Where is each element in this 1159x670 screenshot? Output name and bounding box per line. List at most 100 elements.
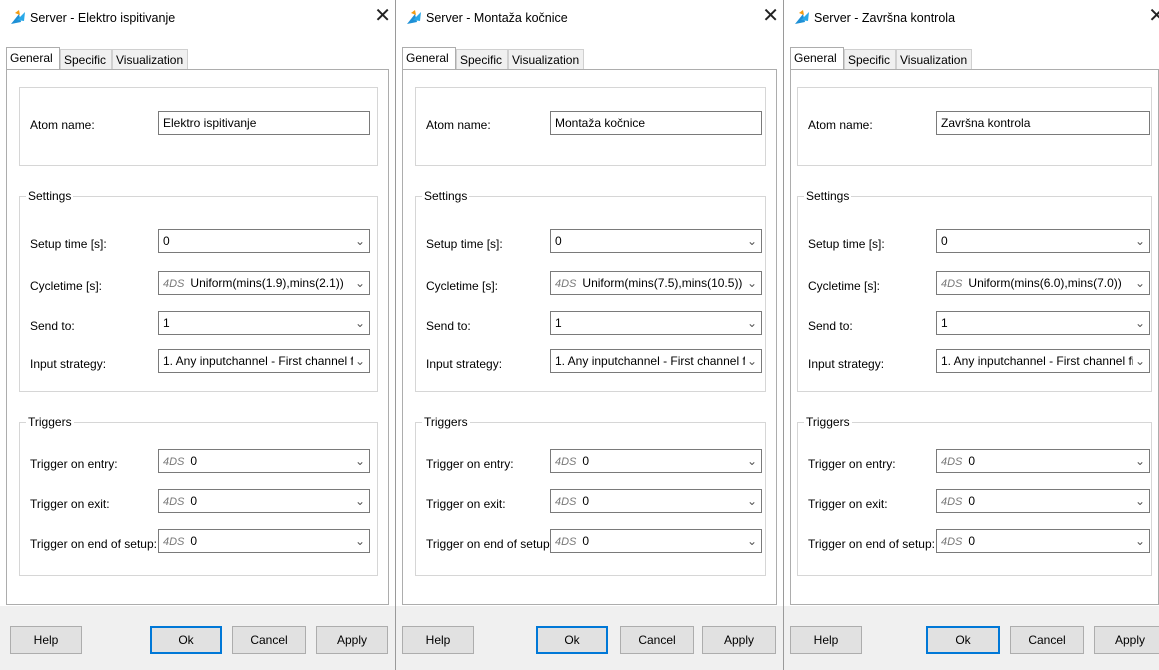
cycletime-value: Uniform(mins(6.0),mins(7.0)) [968,276,1122,290]
title-bar: Server - Montaža kočnice ✕ [396,0,783,36]
chevron-down-icon[interactable]: ⌄ [354,230,366,252]
trigger-setup-dropdown[interactable]: 4DS 0 ⌄ [936,529,1150,553]
send-to-dropdown[interactable]: 1 ⌄ [936,311,1150,335]
title-bar: Server - Završna kontrola ✕ [784,0,1159,36]
input-strategy-label: Input strategy: [808,357,885,371]
trigger-setup-label: Trigger on end of setup: [30,537,157,551]
apply-button[interactable]: Apply [1094,626,1159,654]
apply-button[interactable]: Apply [702,626,776,654]
dialog-elektro-ispitivanje: Server - Elektro ispitivanje ✕ General S… [0,0,396,670]
send-to-dropdown[interactable]: 1 ⌄ [550,311,762,335]
atom-name-group: Atom name: Elektro ispitivanje [19,87,378,166]
window-title: Server - Završna kontrola [814,11,956,25]
settings-legend: Settings [26,189,74,203]
input-strategy-value: 1. Any inputchannel - First channel fi [163,354,353,368]
trigger-exit-dropdown[interactable]: 4DS 0 ⌄ [550,489,762,513]
tab-general[interactable]: General [790,47,844,69]
chevron-down-icon[interactable]: ⌄ [746,312,758,334]
input-strategy-dropdown[interactable]: 1. Any inputchannel - First channel fi ⌄ [936,349,1150,373]
apply-button[interactable]: Apply [316,626,388,654]
trigger-setup-dropdown[interactable]: 4DS 0 ⌄ [158,529,370,553]
ok-button[interactable]: Ok [926,626,1000,654]
chevron-down-icon[interactable]: ⌄ [1134,272,1146,294]
settings-group: Settings Setup time [s]: 0 ⌄ Cycletime [… [19,189,378,392]
tab-specific[interactable]: Specific [456,49,508,69]
chevron-down-icon[interactable]: ⌄ [746,230,758,252]
ok-button[interactable]: Ok [150,626,222,654]
tab-specific[interactable]: Specific [60,49,112,69]
chevron-down-icon[interactable]: ⌄ [354,312,366,334]
chevron-down-icon[interactable]: ⌄ [1134,450,1146,472]
tab-visualization[interactable]: Visualization [508,49,584,69]
chevron-down-icon[interactable]: ⌄ [354,272,366,294]
4ds-tag: 4DS [941,278,963,290]
4ds-tag: 4DS [163,536,185,548]
close-icon[interactable]: ✕ [1148,6,1159,26]
chevron-down-icon[interactable]: ⌄ [1134,350,1146,372]
chevron-down-icon[interactable]: ⌄ [1134,490,1146,512]
help-button[interactable]: Help [10,626,82,654]
send-to-label: Send to: [808,319,853,333]
close-icon[interactable]: ✕ [762,6,779,26]
input-strategy-value: 1. Any inputchannel - First channel fi [555,354,745,368]
triggers-legend: Triggers [804,415,852,429]
chevron-down-icon[interactable]: ⌄ [354,450,366,472]
tab-general[interactable]: General [6,47,60,69]
chevron-down-icon[interactable]: ⌄ [354,530,366,552]
trigger-setup-dropdown[interactable]: 4DS 0 ⌄ [550,529,762,553]
tab-visualization[interactable]: Visualization [896,49,972,69]
trigger-exit-label: Trigger on exit: [30,497,110,511]
trigger-entry-value: 0 [582,454,590,468]
setup-time-value: 0 [941,234,948,248]
input-strategy-dropdown[interactable]: 1. Any inputchannel - First channel fi ⌄ [158,349,370,373]
tab-visualization[interactable]: Visualization [112,49,188,69]
chevron-down-icon[interactable]: ⌄ [746,490,758,512]
input-strategy-dropdown[interactable]: 1. Any inputchannel - First channel fi ⌄ [550,349,762,373]
chevron-down-icon[interactable]: ⌄ [746,350,758,372]
cancel-button[interactable]: Cancel [232,626,306,654]
window-title: Server - Montaža kočnice [426,11,568,25]
setup-time-dropdown[interactable]: 0 ⌄ [936,229,1150,253]
cycletime-dropdown[interactable]: 4DS Uniform(mins(1.9),mins(2.1)) ⌄ [158,271,370,295]
atom-name-input[interactable]: Elektro ispitivanje [158,111,370,135]
cancel-button[interactable]: Cancel [620,626,694,654]
title-bar: Server - Elektro ispitivanje ✕ [0,0,395,36]
button-bar: Help Ok Cancel Apply [784,606,1159,670]
trigger-exit-dropdown[interactable]: 4DS 0 ⌄ [158,489,370,513]
trigger-entry-label: Trigger on entry: [808,457,896,471]
trigger-exit-value: 0 [190,494,198,508]
close-icon[interactable]: ✕ [374,6,391,26]
setup-time-label: Setup time [s]: [808,237,885,251]
general-panel: Atom name: Završna kontrola Settings Set… [790,69,1159,605]
chevron-down-icon[interactable]: ⌄ [354,490,366,512]
send-to-dropdown[interactable]: 1 ⌄ [158,311,370,335]
setup-time-label: Setup time [s]: [426,237,503,251]
chevron-down-icon[interactable]: ⌄ [1134,530,1146,552]
help-button[interactable]: Help [402,626,474,654]
send-to-value: 1 [555,316,562,330]
cycletime-dropdown[interactable]: 4DS Uniform(mins(6.0),mins(7.0)) ⌄ [936,271,1150,295]
tab-general[interactable]: General [402,47,456,69]
trigger-entry-dropdown[interactable]: 4DS 0 ⌄ [158,449,370,473]
cancel-button[interactable]: Cancel [1010,626,1084,654]
trigger-exit-dropdown[interactable]: 4DS 0 ⌄ [936,489,1150,513]
trigger-entry-dropdown[interactable]: 4DS 0 ⌄ [936,449,1150,473]
setup-time-dropdown[interactable]: 0 ⌄ [550,229,762,253]
chevron-down-icon[interactable]: ⌄ [354,350,366,372]
chevron-down-icon[interactable]: ⌄ [746,272,758,294]
settings-legend: Settings [804,189,852,203]
atom-name-input[interactable]: Završna kontrola [936,111,1150,135]
ok-button[interactable]: Ok [536,626,608,654]
setup-time-dropdown[interactable]: 0 ⌄ [158,229,370,253]
tab-specific[interactable]: Specific [844,49,896,69]
chevron-down-icon[interactable]: ⌄ [746,530,758,552]
chevron-down-icon[interactable]: ⌄ [1134,312,1146,334]
cycletime-dropdown[interactable]: 4DS Uniform(mins(7.5),mins(10.5)) ⌄ [550,271,762,295]
trigger-entry-label: Trigger on entry: [30,457,118,471]
chevron-down-icon[interactable]: ⌄ [1134,230,1146,252]
atom-name-input[interactable]: Montaža kočnice [550,111,762,135]
help-button[interactable]: Help [790,626,862,654]
chevron-down-icon[interactable]: ⌄ [746,450,758,472]
trigger-entry-dropdown[interactable]: 4DS 0 ⌄ [550,449,762,473]
triggers-group: Triggers Trigger on entry: 4DS 0 ⌄ Trigge… [415,415,766,576]
